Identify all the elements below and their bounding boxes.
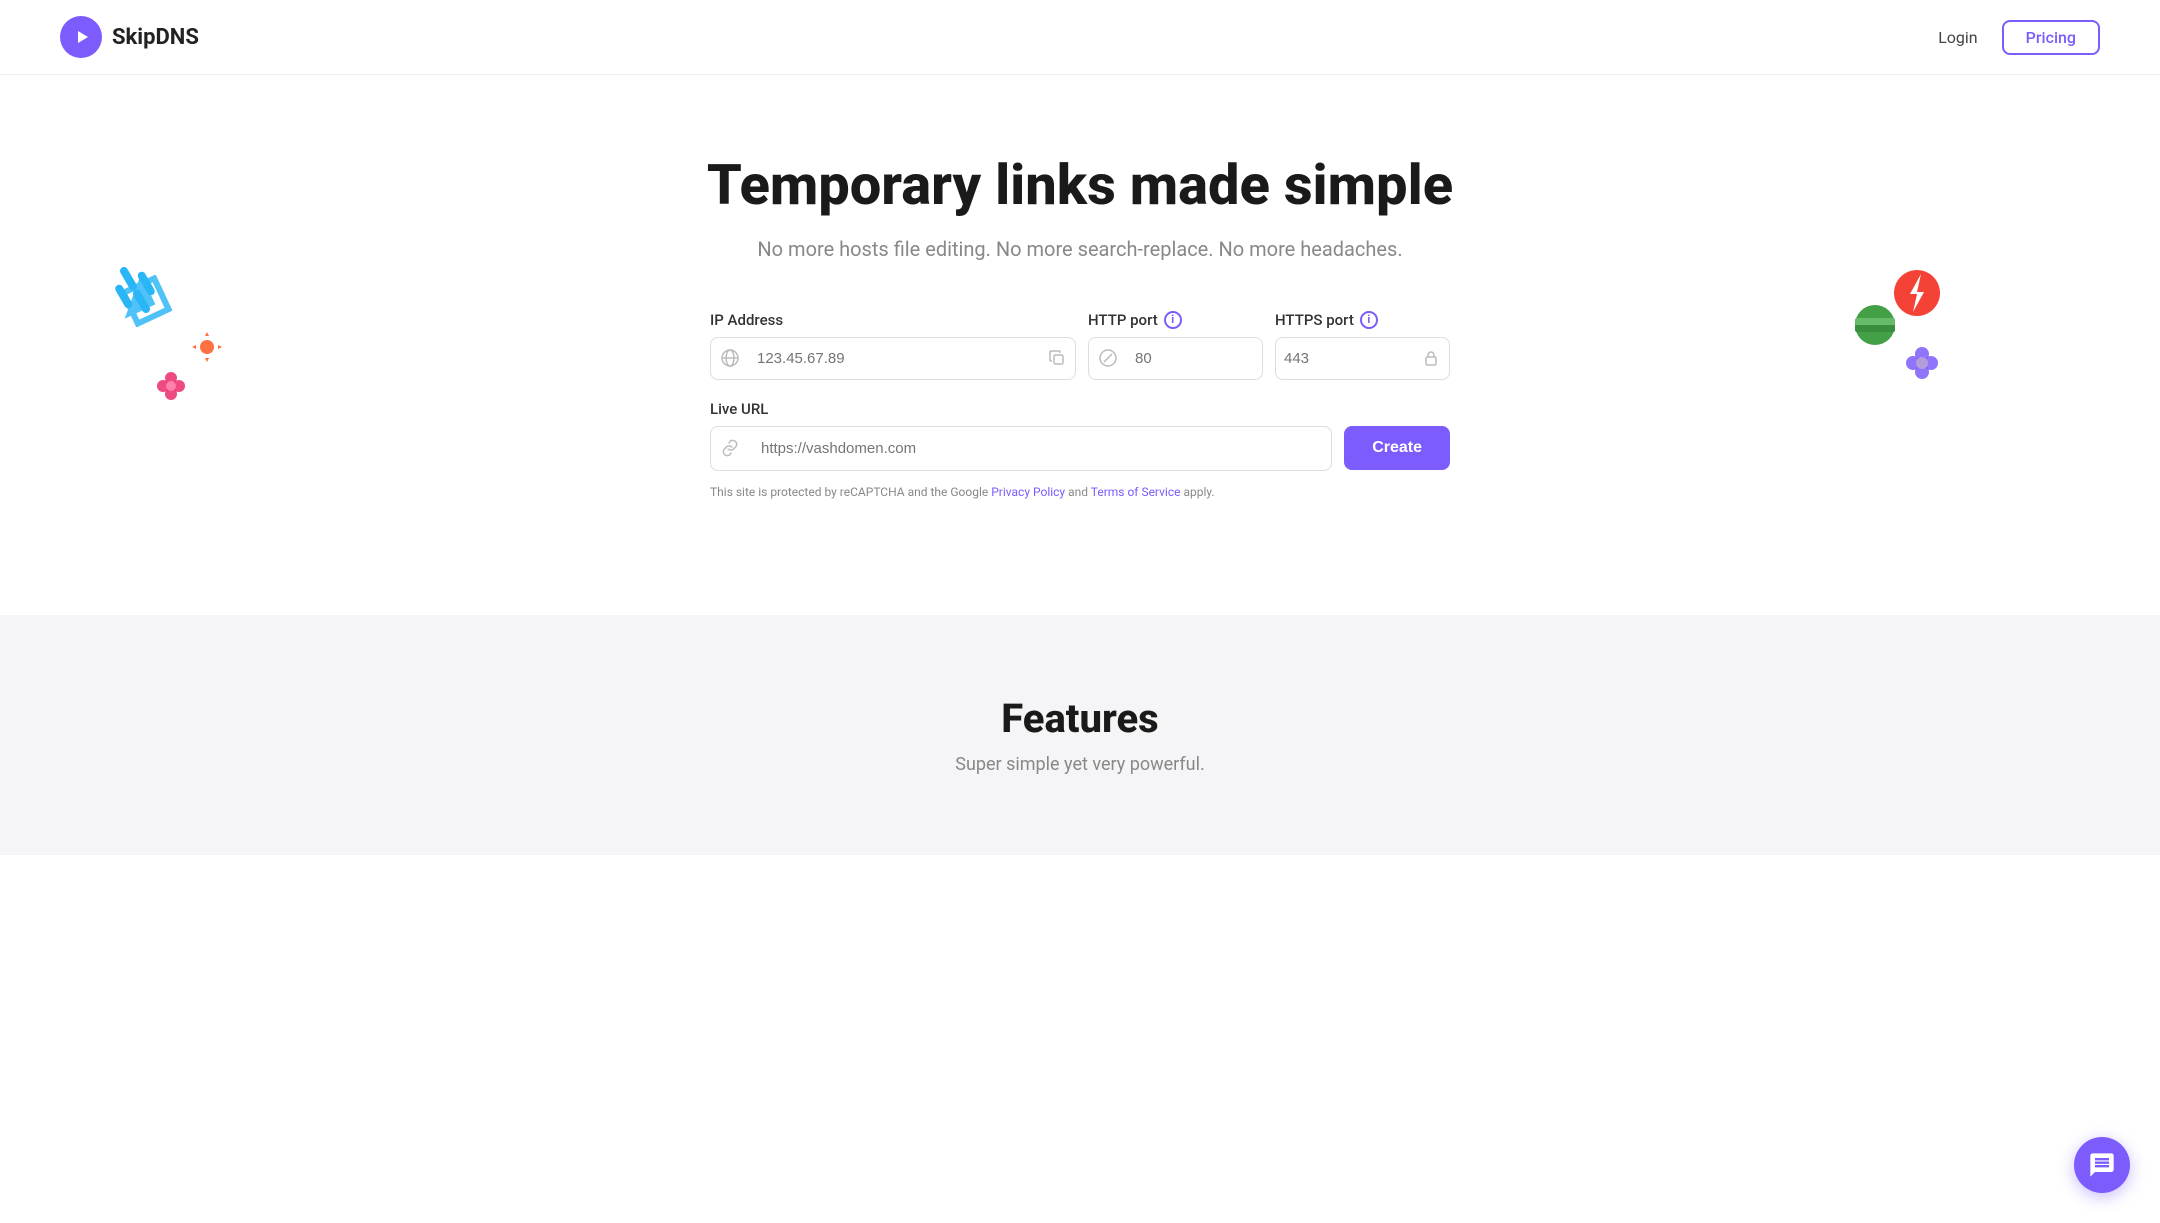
http-label: HTTP port i <box>1088 311 1263 329</box>
chat-bubble-button[interactable] <box>2074 1137 2130 1193</box>
deco-red-bolt-icon <box>1894 270 1940 320</box>
live-url-label: Live URL <box>710 400 1450 418</box>
http-info-icon: i <box>1164 311 1182 329</box>
deco-green-stripe-icon <box>1855 305 1895 349</box>
features-section: Features Super simple yet very powerful. <box>0 615 2160 855</box>
hero-subtitle: No more hosts file editing. No more sear… <box>60 237 2100 261</box>
nav: Login Pricing <box>1938 20 2100 55</box>
logo-text: SkipDNS <box>112 25 199 50</box>
features-title: Features <box>60 695 2100 742</box>
http-input[interactable] <box>1127 338 1262 379</box>
login-link[interactable]: Login <box>1938 28 1977 47</box>
captcha-notice: This site is protected by reCAPTCHA and … <box>710 485 1450 499</box>
ip-input[interactable] <box>749 338 1039 379</box>
privacy-policy-link[interactable]: Privacy Policy <box>991 485 1065 499</box>
logo-icon <box>60 16 102 58</box>
live-url-field-group: Live URL Create <box>710 400 1450 471</box>
ip-input-wrapper <box>710 337 1076 380</box>
https-label: HTTPS port i <box>1275 311 1450 329</box>
pricing-link[interactable]: Pricing <box>2002 20 2100 55</box>
hero-title: Temporary links made simple <box>60 155 2100 217</box>
deco-arrow-icon <box>120 275 172 331</box>
deco-gear-icon <box>190 330 224 368</box>
copy-icon <box>1039 350 1075 366</box>
deco-flower-icon <box>155 370 187 406</box>
logo[interactable]: SkipDNS <box>60 16 199 58</box>
https-field-group: HTTPS port i <box>1275 311 1450 380</box>
http-field-group: HTTP port i <box>1088 311 1263 380</box>
create-button[interactable]: Create <box>1344 426 1450 470</box>
live-url-input-wrapper <box>710 426 1332 471</box>
terms-of-service-link[interactable]: Terms of Service <box>1091 485 1181 499</box>
main-form: IP Address <box>710 311 1450 499</box>
http-input-wrapper <box>1088 337 1263 380</box>
lock-icon <box>1413 350 1449 366</box>
form-row-ports: IP Address <box>710 311 1450 380</box>
globe-icon <box>711 349 749 367</box>
deco-pinwheel-icon <box>105 260 165 324</box>
slash-icon <box>1089 349 1127 367</box>
https-input[interactable] <box>1276 338 1413 379</box>
live-url-input[interactable] <box>749 427 1331 470</box>
link-icon <box>711 439 749 457</box>
live-url-row: Create <box>710 426 1450 471</box>
hero-section: Temporary links made simple No more host… <box>0 75 2160 615</box>
deco-purple-flower-icon <box>1904 345 1940 385</box>
https-input-wrapper <box>1275 337 1450 380</box>
features-subtitle: Super simple yet very powerful. <box>60 754 2100 775</box>
ip-label: IP Address <box>710 311 1076 329</box>
ip-field-group: IP Address <box>710 311 1076 380</box>
header: SkipDNS Login Pricing <box>0 0 2160 75</box>
https-info-icon: i <box>1360 311 1378 329</box>
